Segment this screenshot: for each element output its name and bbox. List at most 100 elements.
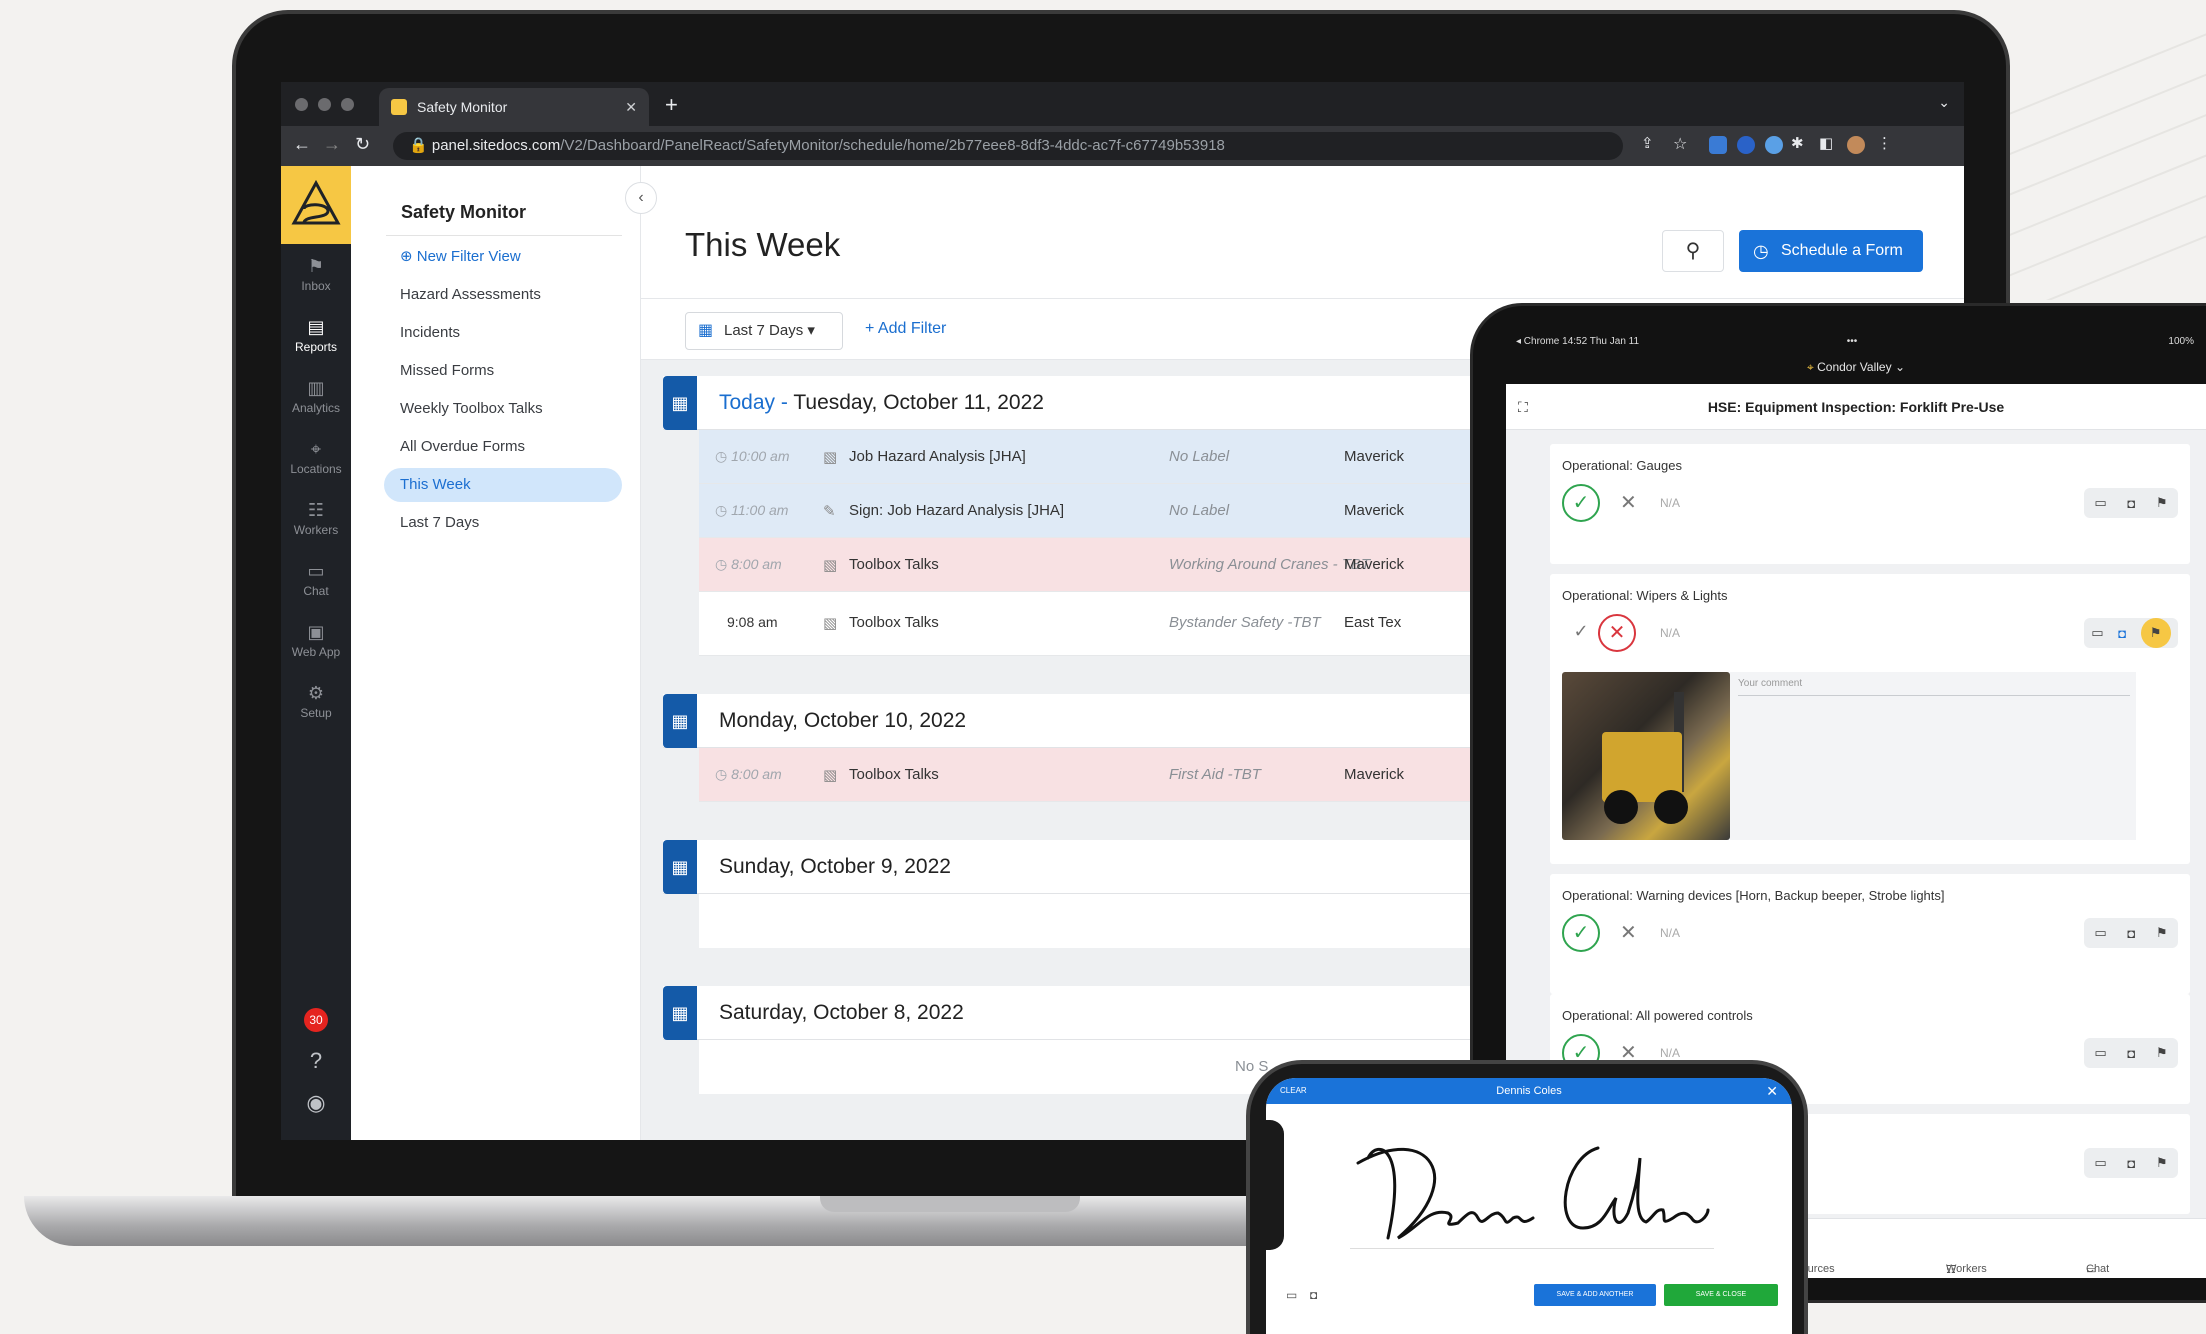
laptop-notch <box>820 1196 1080 1212</box>
browser-tab[interactable]: Safety Monitor ✕ <box>379 88 649 126</box>
filter-item-hazard-assessments[interactable]: Hazard Assessments <box>384 278 622 312</box>
rail-item-workers[interactable]: ☷ Workers <box>281 488 351 549</box>
save-add-another-button[interactable]: SAVE & ADD ANOTHER <box>1534 1284 1656 1306</box>
question-actions: ▭ ◘ ⚑ <box>2084 918 2178 948</box>
flag-icon[interactable]: ⚑ <box>2156 1155 2168 1171</box>
kebab-menu-icon[interactable]: ⋮ <box>1877 134 1892 152</box>
share-icon[interactable]: ⇪ <box>1641 134 1654 152</box>
date-range-value: Last 7 Days <box>724 322 804 339</box>
filter-item-all-overdue-forms[interactable]: All Overdue Forms <box>384 430 622 464</box>
flag-icon[interactable]: ⚑ <box>2156 495 2168 511</box>
extension-icon[interactable] <box>1737 136 1755 154</box>
back-arrow-icon[interactable]: ← <box>293 134 311 155</box>
nav-rail: ⚑ Inbox ▤ Reports ▥ Analytics ⌖ Locations ☷ W… <box>281 166 351 1140</box>
camera-icon[interactable]: ◘ <box>2127 496 2135 511</box>
new-filter-view-link[interactable]: ⊕ New Filter View <box>384 240 622 274</box>
sidebar-toggle-icon[interactable]: ◧ <box>1819 134 1833 152</box>
check-selected-icon[interactable]: ✓ <box>1562 484 1600 522</box>
flag-active-icon[interactable]: ⚑ <box>2140 618 2171 648</box>
na-option[interactable]: N/A <box>1660 496 1680 510</box>
na-option[interactable]: N/A <box>1660 1046 1680 1060</box>
rail-item-locations[interactable]: ⌖ Locations <box>281 427 351 488</box>
close-tab-icon[interactable]: ✕ <box>625 99 637 116</box>
help-icon[interactable]: ? <box>310 1048 322 1074</box>
signature-drawing[interactable] <box>1348 1118 1728 1258</box>
comment-icon[interactable]: ▭ <box>2094 1045 2106 1061</box>
question-title: Operational: All powered controls <box>1562 1008 1753 1023</box>
expand-icon[interactable]: ⛶ <box>1518 384 1528 430</box>
rail-item-reports[interactable]: ▤ Reports <box>281 305 351 366</box>
search-button[interactable]: ⚲ <box>1662 230 1724 272</box>
flag-icon[interactable]: ⚑ <box>2156 925 2168 941</box>
extension-icon[interactable] <box>1709 136 1727 154</box>
add-filter-button[interactable]: + Add Filter <box>865 320 946 338</box>
comment-icon[interactable]: ▭ <box>2094 495 2106 511</box>
check-selected-icon[interactable]: ✓ <box>1562 914 1600 952</box>
tablet-status-bar: ◂ Chrome 14:52 Thu Jan 11 ••• 100% <box>1506 332 2206 352</box>
window-controls[interactable] <box>295 98 354 111</box>
x-selected-icon[interactable]: ✕ <box>1598 614 1636 652</box>
tab-title: Safety Monitor <box>417 99 508 115</box>
x-option-icon[interactable]: ✕ <box>1620 920 1637 945</box>
comment-icon[interactable]: ▭ <box>2094 1155 2106 1171</box>
flag-icon[interactable]: ⚑ <box>2156 1045 2168 1061</box>
forward-arrow-icon[interactable]: → <box>323 134 341 155</box>
forklift-photo[interactable] <box>1562 672 1730 840</box>
profile-avatar[interactable] <box>1847 136 1865 154</box>
na-option[interactable]: N/A <box>1660 926 1680 940</box>
laptop-base <box>24 1196 1324 1246</box>
row-time: ◷ 8:00 am <box>715 766 782 782</box>
location-selector[interactable]: ⌖ Condor Valley ⌄ <box>1506 352 2206 384</box>
comment-icon[interactable]: ▭ <box>1286 1288 1297 1302</box>
gear-icon: ⚙ <box>307 683 325 703</box>
extension-icon[interactable] <box>1765 136 1783 154</box>
save-close-button[interactable]: SAVE & CLOSE <box>1664 1284 1778 1306</box>
camera-icon[interactable]: ◘ <box>1310 1288 1317 1302</box>
rail-label: Analytics <box>291 401 341 415</box>
camera-icon[interactable]: ◘ <box>2127 1156 2135 1171</box>
row-site: East Tex <box>1344 614 1402 631</box>
rail-item-inbox[interactable]: ⚑ Inbox <box>281 244 351 305</box>
notification-badge[interactable]: 30 <box>304 1008 328 1032</box>
location-name: Condor Valley <box>1817 360 1892 374</box>
rail-item-chat[interactable]: ▭ Chat <box>281 549 351 610</box>
user-account-icon[interactable]: ◉ <box>306 1090 325 1116</box>
plus-circle-icon: ⊕ <box>400 248 417 265</box>
comment-input[interactable]: Your comment <box>1738 678 2130 696</box>
reload-icon[interactable]: ↻ <box>355 134 370 155</box>
rail-item-setup[interactable]: ⚙ Setup <box>281 671 351 732</box>
filter-item-this-week[interactable]: This Week <box>384 468 622 502</box>
comment-icon[interactable]: ▭ <box>2094 925 2106 941</box>
clear-signature-button[interactable]: CLEAR <box>1280 1078 1307 1104</box>
sitedocs-logo[interactable] <box>281 166 351 244</box>
camera-icon[interactable]: ◘ <box>2127 926 2135 941</box>
row-site: Maverick <box>1344 556 1405 573</box>
camera-icon[interactable]: ◘ <box>2118 626 2126 641</box>
new-tab-icon[interactable]: + <box>665 92 678 118</box>
filter-item-missed-forms[interactable]: Missed Forms <box>384 354 622 388</box>
check-option-icon[interactable]: ✓ <box>1562 614 1600 652</box>
filter-item-incidents[interactable]: Incidents <box>384 316 622 350</box>
close-icon[interactable]: ✕ <box>1766 1078 1778 1104</box>
puzzle-icon[interactable]: ✱ <box>1791 134 1804 152</box>
form-icon: ▧ <box>823 557 838 574</box>
rail-item-analytics[interactable]: ▥ Analytics <box>281 366 351 427</box>
url-path: /V2/Dashboard/PanelReact/SafetyMonitor/s… <box>560 137 1225 154</box>
filter-item-last-7-days[interactable]: Last 7 Days <box>384 506 622 540</box>
schedule-form-button[interactable]: ◷ Schedule a Form <box>1739 230 1923 272</box>
comment-icon[interactable]: ▭ <box>2091 625 2103 641</box>
day-title: Monday, October 10, 2022 <box>719 709 967 732</box>
camera-icon[interactable]: ◘ <box>2127 1046 2135 1061</box>
filter-item-weekly-toolbox-talks[interactable]: Weekly Toolbox Talks <box>384 392 622 426</box>
bar-chart-icon: ▥ <box>307 378 325 398</box>
x-option-icon[interactable]: ✕ <box>1620 490 1637 515</box>
url-field[interactable]: 🔒 panel.sitedocs.com/V2/Dashboard/PanelR… <box>393 132 1623 160</box>
rail-label: Reports <box>294 340 338 354</box>
collapse-sidebar-button[interactable]: ‹ <box>625 182 657 214</box>
na-option[interactable]: N/A <box>1660 626 1680 640</box>
calendar-icon: ▦ <box>663 376 697 430</box>
date-range-dropdown[interactable]: ▦ Last 7 Days ▾ <box>685 312 843 350</box>
rail-item-web-app[interactable]: ▣ Web App <box>281 610 351 671</box>
star-icon[interactable]: ☆ <box>1673 134 1687 154</box>
tab-list-chevron-icon[interactable]: ⌄ <box>1938 94 1950 111</box>
